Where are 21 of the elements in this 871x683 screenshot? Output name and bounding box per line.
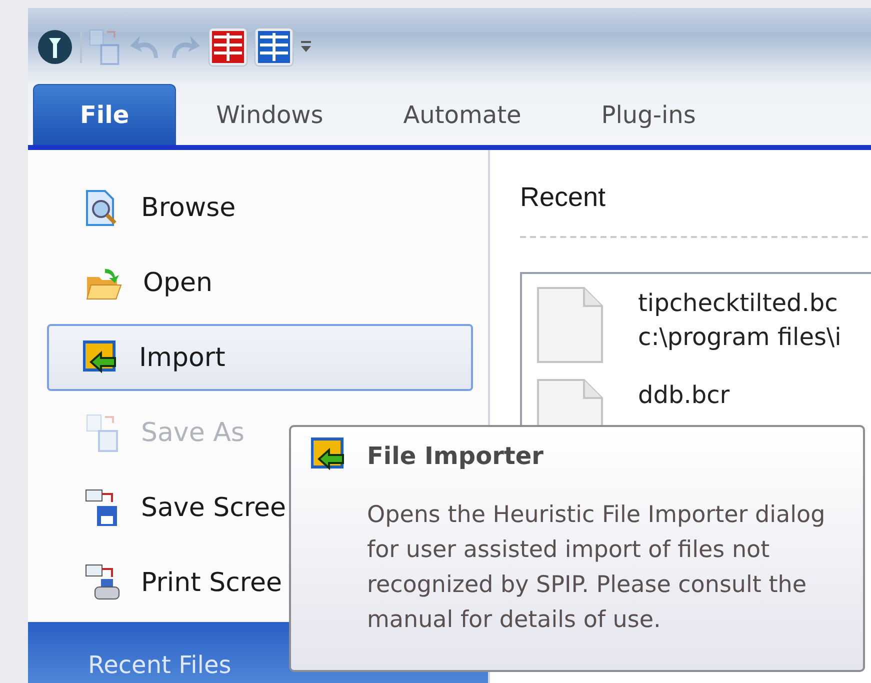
recent-heading: Recent: [520, 182, 607, 214]
file-name[interactable]: ddb.bcr: [638, 378, 730, 412]
file-path: c:\program files\i: [638, 322, 842, 353]
menu-item[interactable]: Open: [47, 245, 218, 320]
table-icon[interactable]: [254, 26, 294, 66]
ribbon-tab[interactable]: Windows: [176, 85, 364, 145]
ribbon-tab[interactable]: Automate: [363, 85, 562, 145]
ribbon-tab[interactable]: File: [33, 84, 176, 145]
menu-item[interactable]: Browse: [47, 170, 242, 245]
table-icon[interactable]: [208, 26, 248, 66]
app-logo-icon[interactable]: [36, 28, 74, 66]
ribbon-tab[interactable]: Plug-ins: [561, 85, 736, 145]
tooltip-title: File Importer: [367, 441, 545, 472]
save-icon: [85, 412, 121, 452]
customize-caret-icon[interactable]: [300, 40, 312, 54]
menu-item[interactable]: Save Scree: [47, 470, 292, 545]
menu-item[interactable]: Print Scree: [47, 545, 288, 620]
monitor-printer-icon: [85, 562, 121, 602]
document-icon: [536, 286, 606, 364]
menu-item[interactable]: Import: [47, 324, 473, 391]
file-name[interactable]: tipchecktilted.bc: [638, 286, 842, 320]
